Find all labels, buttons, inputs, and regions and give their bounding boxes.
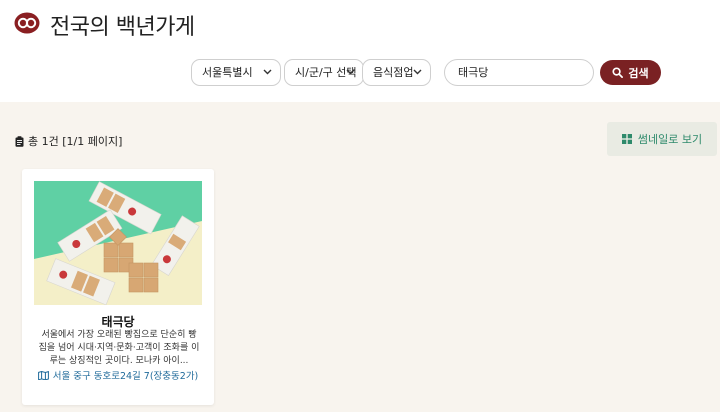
chevron-down-icon xyxy=(346,69,355,75)
grid-icon xyxy=(621,134,632,144)
site-title[interactable]: 전국의 백년가게 xyxy=(50,9,195,41)
search-button-label: 검색 xyxy=(628,66,649,80)
thumbnail-view-label: 썸네일로 보기 xyxy=(637,133,703,146)
store-photo[interactable] xyxy=(34,181,202,305)
logo-icon[interactable] xyxy=(14,12,40,34)
search-input[interactable]: 태극당 xyxy=(444,59,594,86)
clipboard-icon xyxy=(15,135,24,147)
header: 전국의 백년가게 서울특별시 시/군/구 선택 음식점업 태극당 검색 xyxy=(0,0,720,102)
store-card[interactable]: 태극당 서울에서 가장 오래된 빵집으로 단순히 빵집을 넘어 시대·지역·문화… xyxy=(22,169,214,405)
region-select-value: 서울특별시 xyxy=(202,66,253,79)
district-select[interactable]: 시/군/구 선택 xyxy=(284,59,364,86)
search-icon xyxy=(612,67,624,78)
store-description: 서울에서 가장 오래된 빵집으로 단순히 빵집을 넘어 시대·지역·문화·고객이… xyxy=(38,330,200,366)
chevron-down-icon xyxy=(263,69,272,75)
store-address: 서울 중구 동호로24길 7(장충동2가) xyxy=(52,371,199,382)
chevron-down-icon xyxy=(413,69,422,75)
store-name[interactable]: 태극당 xyxy=(22,313,214,330)
region-select[interactable]: 서울특별시 xyxy=(191,59,281,86)
result-count-label: 총 1건 [1/1 페이지] xyxy=(28,135,123,148)
result-count: 총 1건 [1/1 페이지] xyxy=(15,133,122,149)
map-icon xyxy=(37,370,49,380)
category-select-value: 음식점업 xyxy=(373,66,414,79)
category-select[interactable]: 음식점업 xyxy=(362,59,431,86)
search-button[interactable]: 검색 xyxy=(600,60,661,85)
thumbnail-view-button[interactable]: 썸네일로 보기 xyxy=(607,122,717,156)
store-address-link[interactable]: 서울 중구 동호로24길 7(장충동2가) xyxy=(22,368,214,382)
results-area: 총 1건 [1/1 페이지] 썸네일로 보기 태극당 서울에서 가장 오래된 빵… xyxy=(0,102,720,412)
